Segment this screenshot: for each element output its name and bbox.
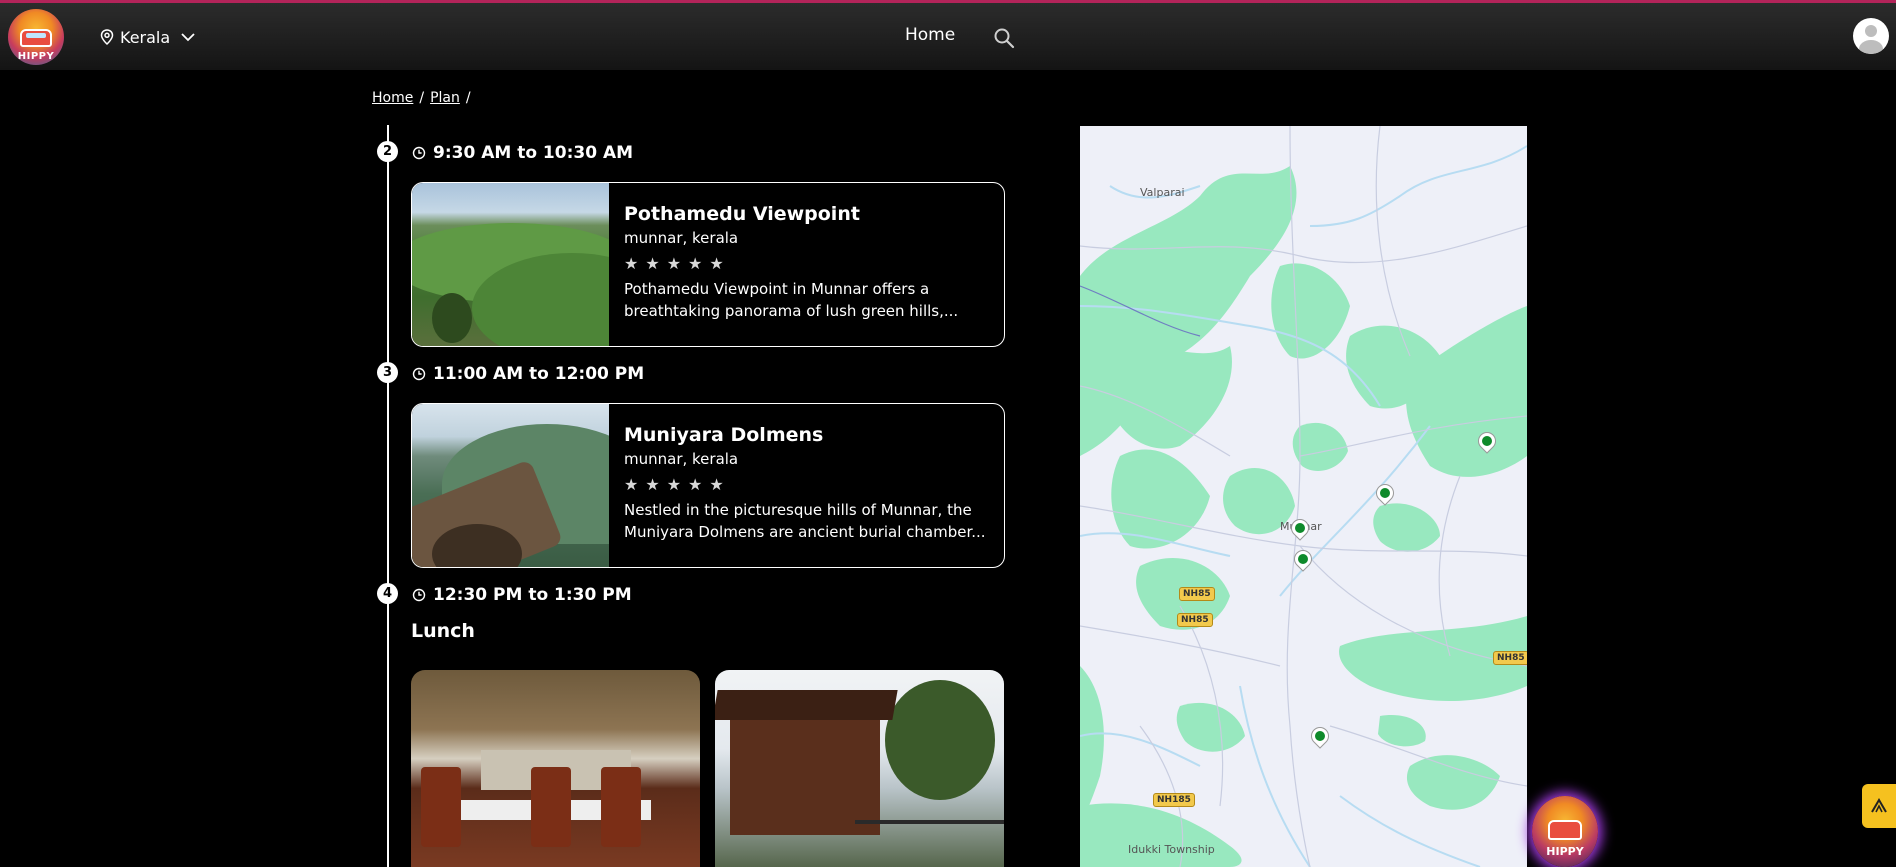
place-image	[412, 183, 609, 346]
place-description: Nestled in the picturesque hills of Munn…	[624, 499, 986, 543]
place-location: munnar, kerala	[624, 229, 739, 247]
breadcrumb-separator: /	[419, 90, 425, 106]
logo-text: HIPPY	[17, 51, 55, 62]
description-line: Pothamedu Viewpoint in Munnar offers a	[624, 280, 930, 298]
image-building	[730, 705, 880, 835]
clock-icon	[412, 367, 426, 381]
location-name: Kerala	[120, 27, 171, 47]
search-button[interactable]	[993, 27, 1015, 53]
time-range: 11:00 AM to 12:00 PM	[433, 364, 645, 384]
image-chair	[421, 767, 461, 847]
nav-home-link[interactable]: Home	[905, 25, 955, 45]
restaurant-card[interactable]	[715, 670, 1004, 867]
user-avatar-icon[interactable]	[1853, 18, 1889, 54]
map-terrain	[1080, 126, 1527, 867]
image-roof	[715, 690, 898, 720]
place-title: Muniyara Dolmens	[624, 424, 824, 446]
place-description: Pothamedu Viewpoint in Munnar offers a b…	[624, 278, 958, 322]
route-map[interactable]: Valparai Munnar Idukki Township NH85 NH8…	[1080, 126, 1527, 867]
image-tree	[432, 293, 472, 343]
description-line: Muniyara Dolmens are ancient burial cham…	[624, 523, 986, 541]
place-card-body: Pothamedu Viewpoint munnar, kerala ★ ★ ★…	[609, 183, 972, 346]
description-line: Nestled in the picturesque hills of Munn…	[624, 501, 972, 519]
place-card[interactable]: Muniyara Dolmens munnar, kerala ★ ★ ★ ★ …	[411, 403, 1005, 568]
road-shield: NH85	[1493, 651, 1527, 665]
breadcrumb-plan[interactable]: Plan	[430, 90, 460, 106]
star-icon: ★	[624, 254, 639, 273]
place-card[interactable]: Pothamedu Viewpoint munnar, kerala ★ ★ ★…	[411, 182, 1005, 347]
top-navbar: HIPPY Kerala Home	[0, 3, 1896, 70]
time-range: 12:30 PM to 1:30 PM	[433, 585, 632, 605]
step-number: 4	[377, 583, 398, 604]
chatbot-button[interactable]: HIPPY	[1532, 796, 1598, 867]
place-location: munnar, kerala	[624, 450, 739, 468]
rating-stars: ★ ★ ★ ★ ★	[624, 475, 986, 494]
hippy-logo[interactable]: HIPPY	[8, 9, 64, 65]
map-label: Idukki Township	[1128, 843, 1215, 856]
clock-icon	[412, 588, 426, 602]
star-icon: ★	[624, 475, 639, 494]
star-icon: ★	[688, 475, 703, 494]
image-trees	[885, 680, 995, 800]
star-icon: ★	[709, 254, 724, 273]
place-card-body: Muniyara Dolmens munnar, kerala ★ ★ ★ ★ …	[609, 404, 1000, 567]
timeline-line	[387, 125, 389, 867]
breadcrumb: Home / Plan /	[372, 90, 471, 106]
description-line: breathtaking panorama of lush green hill…	[624, 302, 959, 320]
breadcrumb-separator: /	[465, 90, 471, 106]
star-icon: ★	[645, 254, 660, 273]
restaurant-card[interactable]	[411, 670, 700, 867]
place-title: Pothamedu Viewpoint	[624, 203, 860, 225]
van-icon	[20, 29, 52, 47]
place-image	[412, 404, 609, 567]
road-shield: NH85	[1179, 587, 1215, 601]
image-chair	[531, 767, 571, 847]
side-panel-toggle[interactable]	[1862, 784, 1896, 828]
step-number: 3	[377, 362, 398, 383]
image-railing	[855, 820, 1004, 824]
clock-icon	[412, 146, 426, 160]
star-icon: ★	[688, 254, 703, 273]
van-icon	[1548, 820, 1582, 840]
star-icon: ★	[666, 254, 682, 273]
star-icon: ★	[666, 475, 682, 494]
meal-label: Lunch	[411, 620, 475, 642]
pen-tool-icon	[1871, 798, 1887, 813]
rating-stars: ★ ★ ★ ★ ★	[624, 254, 958, 273]
map-label: Valparai	[1140, 186, 1185, 199]
star-icon: ★	[645, 475, 660, 494]
location-pin-icon	[100, 29, 114, 45]
location-selector[interactable]: Kerala	[100, 25, 196, 49]
search-icon	[994, 28, 1015, 49]
road-shield: NH185	[1153, 793, 1195, 807]
time-slot: 12:30 PM to 1:30 PM	[412, 585, 632, 605]
time-range: 9:30 AM to 10:30 AM	[433, 143, 634, 163]
road-shield: NH85	[1177, 613, 1213, 627]
star-icon: ★	[709, 475, 724, 494]
time-slot: 11:00 AM to 12:00 PM	[412, 364, 644, 384]
chevron-down-icon	[181, 33, 195, 42]
image-chair	[601, 767, 641, 847]
time-slot: 9:30 AM to 10:30 AM	[412, 143, 633, 163]
chatbot-label: HIPPY	[1546, 845, 1584, 858]
step-number: 2	[377, 141, 398, 162]
breadcrumb-home[interactable]: Home	[372, 90, 413, 106]
